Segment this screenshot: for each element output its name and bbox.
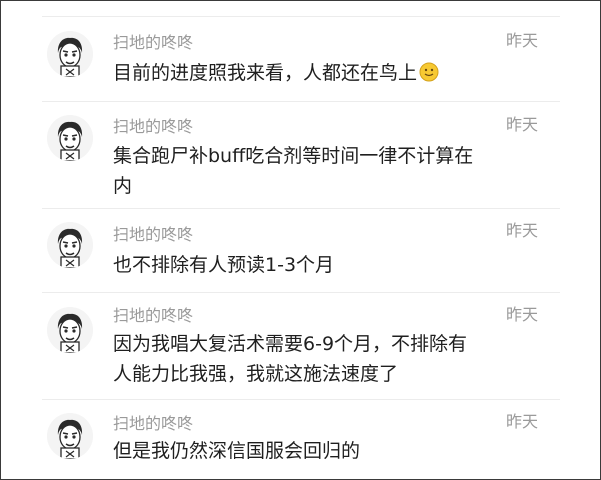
comment-time: 昨天 [505,305,538,324]
comment-text: 集合跑尸补buff吃合剂等时间一律不计算在内 [113,145,474,197]
comment-time: 昨天 [505,31,538,50]
comment-text-content: 目前的进度照我来看，人都还在鸟上 [113,62,418,84]
user-avatar[interactable] [47,222,93,268]
comment-time: 昨天 [505,221,538,240]
cartoon-face-avatar-icon [47,222,93,268]
user-avatar[interactable] [47,31,93,77]
comment-item-3[interactable]: 扫地的咚咚 昨天 也不排除有人预读1-3个月 [1,208,600,292]
user-avatar[interactable] [47,413,93,459]
comment-text: 也不排除有人预读1-3个月 [113,254,335,276]
username[interactable]: 扫地的咚咚 [113,118,193,136]
comment-item-4[interactable]: 扫地的咚咚 昨天 因为我唱大复活术需要6-9个月，不排除有人能力比我强，我就这施… [1,292,600,399]
username[interactable]: 扫地的咚咚 [113,34,193,52]
smile-emoji-icon [419,62,439,82]
comment-item-2[interactable]: 扫地的咚咚 昨天 集合跑尸补buff吃合剂等时间一律不计算在内 [1,101,600,208]
user-avatar[interactable] [47,307,93,353]
cartoon-face-avatar-icon [47,31,93,77]
comment-time: 昨天 [505,115,538,134]
username[interactable]: 扫地的咚咚 [113,307,193,325]
cartoon-face-avatar-icon [47,307,93,353]
comment-text: 但是我仍然深信国服会回归的 [113,440,361,462]
comment-item-1[interactable]: 扫地的咚咚 昨天 目前的进度照我来看，人都还在鸟上 [1,1,600,101]
comment-item-5[interactable]: 扫地的咚咚 昨天 但是我仍然深信国服会回归的 [1,399,600,479]
username[interactable]: 扫地的咚咚 [113,415,193,433]
cartoon-face-avatar-icon [47,115,93,161]
comment-time: 昨天 [505,412,538,431]
comment-text: 因为我唱大复活术需要6-9个月，不排除有人能力比我强，我就这施法速度了 [113,333,468,385]
user-avatar[interactable] [47,115,93,161]
username[interactable]: 扫地的咚咚 [113,226,193,244]
cartoon-face-avatar-icon [47,413,93,459]
comment-text: 目前的进度照我来看，人都还在鸟上 [113,58,493,88]
comment-panel: 扫地的咚咚 昨天 目前的进度照我来看，人都还在鸟上 扫地的咚咚 昨天 集合跑尸补… [0,0,601,480]
